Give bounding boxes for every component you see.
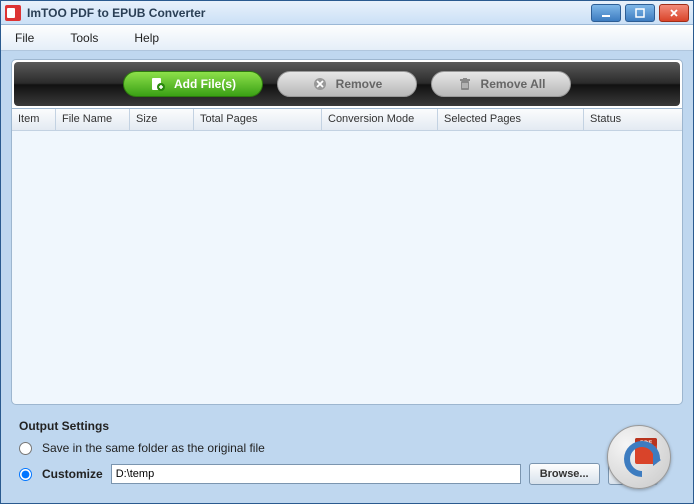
menu-tools[interactable]: Tools [70,31,98,45]
remove-icon [312,76,328,92]
maximize-icon [635,8,645,18]
customize-label: Customize [42,467,103,481]
th-status[interactable]: Status [584,109,682,130]
content-area: Add File(s) Remove Remove All It [1,51,693,503]
th-convmode[interactable]: Conversion Mode [322,109,438,130]
app-icon [5,5,21,21]
file-table: Item File Name Size Total Pages Conversi… [11,109,683,405]
minimize-icon [601,8,611,18]
menu-file[interactable]: File [15,31,34,45]
remove-all-label: Remove All [481,77,546,91]
th-totalpages[interactable]: Total Pages [194,109,322,130]
add-files-button[interactable]: Add File(s) [123,71,263,97]
remove-all-button[interactable]: Remove All [431,71,571,97]
same-folder-row: Save in the same folder as the original … [19,441,679,455]
menu-help[interactable]: Help [134,31,159,45]
convert-icon: PDF [617,435,661,479]
output-path-input[interactable] [111,464,521,484]
add-file-icon [150,76,166,92]
table-body[interactable] [12,131,682,404]
customize-radio[interactable] [19,468,32,481]
browse-button[interactable]: Browse... [529,463,600,485]
remove-button[interactable]: Remove [277,71,417,97]
maximize-button[interactable] [625,4,655,22]
titlebar: ImTOO PDF to EPUB Converter [1,1,693,25]
toolbar-container: Add File(s) Remove Remove All [11,59,683,109]
app-window: ImTOO PDF to EPUB Converter File Tools H… [0,0,694,504]
same-folder-label: Save in the same folder as the original … [42,441,265,455]
customize-row: Customize Browse... Open [19,463,679,485]
toolbar: Add File(s) Remove Remove All [14,62,680,106]
output-settings: Output Settings Save in the same folder … [11,415,683,493]
table-header-row: Item File Name Size Total Pages Conversi… [12,109,682,131]
remove-label: Remove [336,77,383,91]
close-button[interactable] [659,4,689,22]
trash-icon [457,76,473,92]
output-settings-title: Output Settings [19,419,679,433]
convert-button[interactable]: PDF [607,425,671,489]
same-folder-radio[interactable] [19,442,32,455]
th-size[interactable]: Size [130,109,194,130]
th-item[interactable]: Item [12,109,56,130]
menubar: File Tools Help [1,25,693,51]
close-icon [669,8,679,18]
th-selpages[interactable]: Selected Pages [438,109,584,130]
window-controls [591,4,689,22]
add-files-label: Add File(s) [174,77,236,91]
minimize-button[interactable] [591,4,621,22]
window-title: ImTOO PDF to EPUB Converter [27,6,591,20]
th-filename[interactable]: File Name [56,109,130,130]
